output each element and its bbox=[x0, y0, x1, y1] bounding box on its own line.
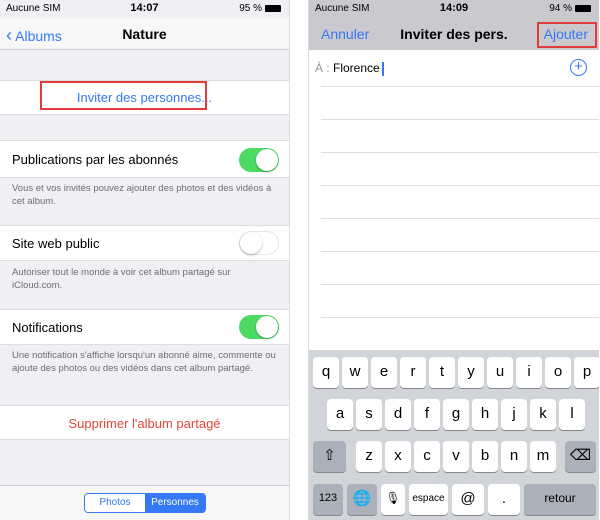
divider bbox=[321, 152, 599, 153]
key-k[interactable]: k bbox=[530, 399, 556, 430]
key-w[interactable]: w bbox=[342, 357, 368, 388]
key-h[interactable]: h bbox=[472, 399, 498, 430]
to-input-value: Florence bbox=[333, 61, 380, 75]
microphone-icon[interactable]: 🎙 bbox=[381, 484, 405, 515]
divider bbox=[321, 119, 599, 120]
key-u[interactable]: u bbox=[487, 357, 513, 388]
nav-bar: Annuler Inviter des pers. Ajouter bbox=[309, 18, 599, 50]
battery-level: 95 % bbox=[239, 3, 262, 14]
key-c[interactable]: c bbox=[414, 441, 440, 472]
key-l[interactable]: l bbox=[559, 399, 585, 430]
key-z[interactable]: z bbox=[356, 441, 382, 472]
globe-icon[interactable]: 🌐 bbox=[347, 484, 377, 515]
setting-label: Notifications bbox=[12, 320, 83, 335]
key-y[interactable]: y bbox=[458, 357, 484, 388]
setting-label: Site web public bbox=[12, 236, 100, 251]
notifications-toggle[interactable] bbox=[239, 315, 279, 339]
setting-footer: Autoriser tout le monde à voir cet album… bbox=[12, 267, 231, 291]
setting-footer: Une notification s'affiche lorsqu'un abo… bbox=[12, 350, 276, 374]
tab-bar: Photos Personnes bbox=[0, 485, 289, 520]
album-settings-screen: Aucune SIM 14:07 95 % ‹ Albums Nature In… bbox=[0, 0, 290, 520]
setting-row-notifications: Notifications bbox=[0, 309, 289, 345]
numbers-key[interactable]: 123 bbox=[313, 484, 343, 515]
delete-album-button[interactable]: Supprimer l'album partagé bbox=[0, 416, 289, 431]
keyboard: q w e r t y u i o p a s d f g h j k l ⇧ … bbox=[309, 350, 599, 520]
segment-personnes[interactable]: Personnes bbox=[145, 494, 205, 512]
battery-level: 94 % bbox=[549, 3, 572, 14]
setting-label: Publications par les abonnés bbox=[12, 152, 179, 167]
to-field[interactable]: À : Florence bbox=[315, 61, 384, 76]
to-label: À : bbox=[315, 61, 330, 75]
key-x[interactable]: x bbox=[385, 441, 411, 472]
delete-row[interactable]: Supprimer l'album partagé bbox=[0, 405, 289, 440]
divider bbox=[321, 218, 599, 219]
page-title: Nature bbox=[122, 26, 167, 42]
key-t[interactable]: t bbox=[429, 357, 455, 388]
setting-row-public-site: Site web public bbox=[0, 225, 289, 261]
divider bbox=[321, 317, 599, 318]
key-n[interactable]: n bbox=[501, 441, 527, 472]
divider bbox=[321, 185, 599, 186]
key-j[interactable]: j bbox=[501, 399, 527, 430]
return-key[interactable]: retour bbox=[524, 484, 596, 515]
key-d[interactable]: d bbox=[385, 399, 411, 430]
key-v[interactable]: v bbox=[443, 441, 469, 472]
add-contact-icon[interactable]: + bbox=[570, 59, 587, 76]
key-g[interactable]: g bbox=[443, 399, 469, 430]
shift-icon[interactable]: ⇧ bbox=[313, 441, 346, 472]
battery-icon bbox=[265, 4, 281, 12]
divider bbox=[321, 86, 599, 87]
key-b[interactable]: b bbox=[472, 441, 498, 472]
status-bar: Aucune SIM 14:07 95 % bbox=[0, 0, 289, 18]
space-key[interactable]: espace bbox=[409, 484, 448, 515]
invite-screen: Aucune SIM 14:09 94 % Annuler Inviter de… bbox=[308, 0, 599, 520]
nav-bar: ‹ Albums Nature bbox=[0, 18, 289, 50]
key-i[interactable]: i bbox=[516, 357, 542, 388]
key-q[interactable]: q bbox=[313, 357, 339, 388]
backspace-icon[interactable]: ⌫ bbox=[565, 441, 596, 472]
key-r[interactable]: r bbox=[400, 357, 426, 388]
battery: 95 % bbox=[239, 3, 281, 14]
text-cursor bbox=[381, 61, 384, 76]
key-m[interactable]: m bbox=[530, 441, 556, 472]
segmented-control: Photos Personnes bbox=[84, 493, 206, 513]
key-o[interactable]: o bbox=[545, 357, 571, 388]
battery-icon bbox=[575, 4, 591, 12]
publications-toggle[interactable] bbox=[239, 148, 279, 172]
setting-row-publications: Publications par les abonnés bbox=[0, 140, 289, 178]
segment-photos[interactable]: Photos bbox=[85, 494, 145, 512]
setting-footer: Vous et vos invités pouvez ajouter des p… bbox=[12, 183, 272, 207]
key-a[interactable]: a bbox=[327, 399, 353, 430]
highlight-box bbox=[537, 22, 597, 48]
battery: 94 % bbox=[549, 3, 591, 14]
key-s[interactable]: s bbox=[356, 399, 382, 430]
divider bbox=[321, 251, 599, 252]
status-bar: Aucune SIM 14:09 94 % bbox=[309, 0, 599, 18]
public-site-toggle[interactable] bbox=[239, 231, 279, 255]
highlight-box bbox=[40, 81, 207, 110]
divider bbox=[321, 284, 599, 285]
dot-key[interactable]: . bbox=[488, 484, 520, 515]
key-f[interactable]: f bbox=[414, 399, 440, 430]
key-p[interactable]: p bbox=[574, 357, 599, 388]
key-e[interactable]: e bbox=[371, 357, 397, 388]
at-key[interactable]: @ bbox=[452, 484, 484, 515]
